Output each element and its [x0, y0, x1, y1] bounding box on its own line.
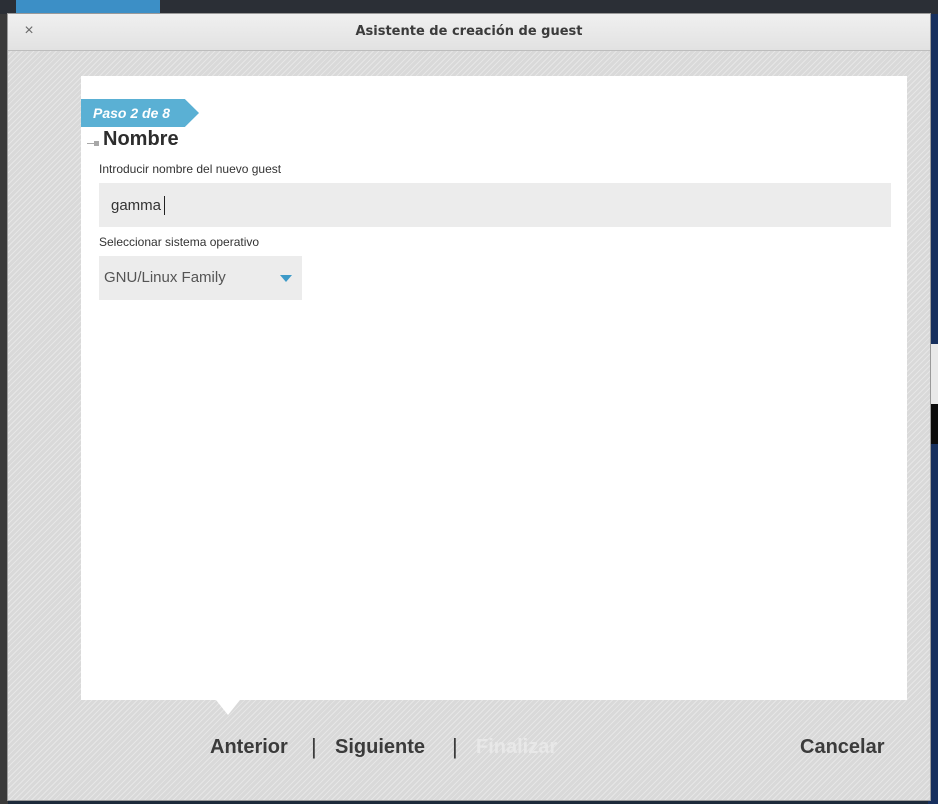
desktop-top-strip [0, 0, 938, 14]
cancel-button[interactable]: Cancelar [800, 732, 885, 762]
text-caret [164, 196, 165, 215]
desktop-left-edge [0, 14, 8, 804]
section-heading: Nombre [103, 128, 179, 150]
wizard-footer: Anterior | Siguiente | Finalizar Cancela… [8, 732, 930, 768]
heading-bullet-icon [94, 141, 99, 146]
chevron-down-icon [280, 275, 292, 282]
desktop-active-tab [16, 0, 160, 14]
footer-separator: | [452, 734, 458, 759]
os-select-dropdown[interactable]: GNU/Linux Family [99, 256, 302, 300]
previous-button[interactable]: Anterior [210, 732, 288, 762]
guest-name-input[interactable] [99, 183, 891, 227]
panel-pointer [216, 700, 240, 715]
guest-name-label: Introducir nombre del nuevo guest [99, 162, 282, 176]
wizard-dialog: × Asistente de creación de guest Paso 2 … [8, 14, 930, 800]
finish-button[interactable]: Finalizar [476, 732, 557, 762]
wizard-content-panel: Paso 2 de 8 Nombre Introducir nombre del… [81, 76, 907, 700]
window-title: Asistente de creación de guest [355, 24, 583, 39]
title-bar: × Asistente de creación de guest [8, 14, 930, 51]
footer-separator: | [311, 734, 317, 759]
step-indicator: Paso 2 de 8 [81, 99, 199, 127]
os-selected-value: GNU/Linux Family [104, 269, 226, 286]
next-button[interactable]: Siguiente [335, 732, 425, 762]
os-select-label: Seleccionar sistema operativo [99, 235, 260, 249]
